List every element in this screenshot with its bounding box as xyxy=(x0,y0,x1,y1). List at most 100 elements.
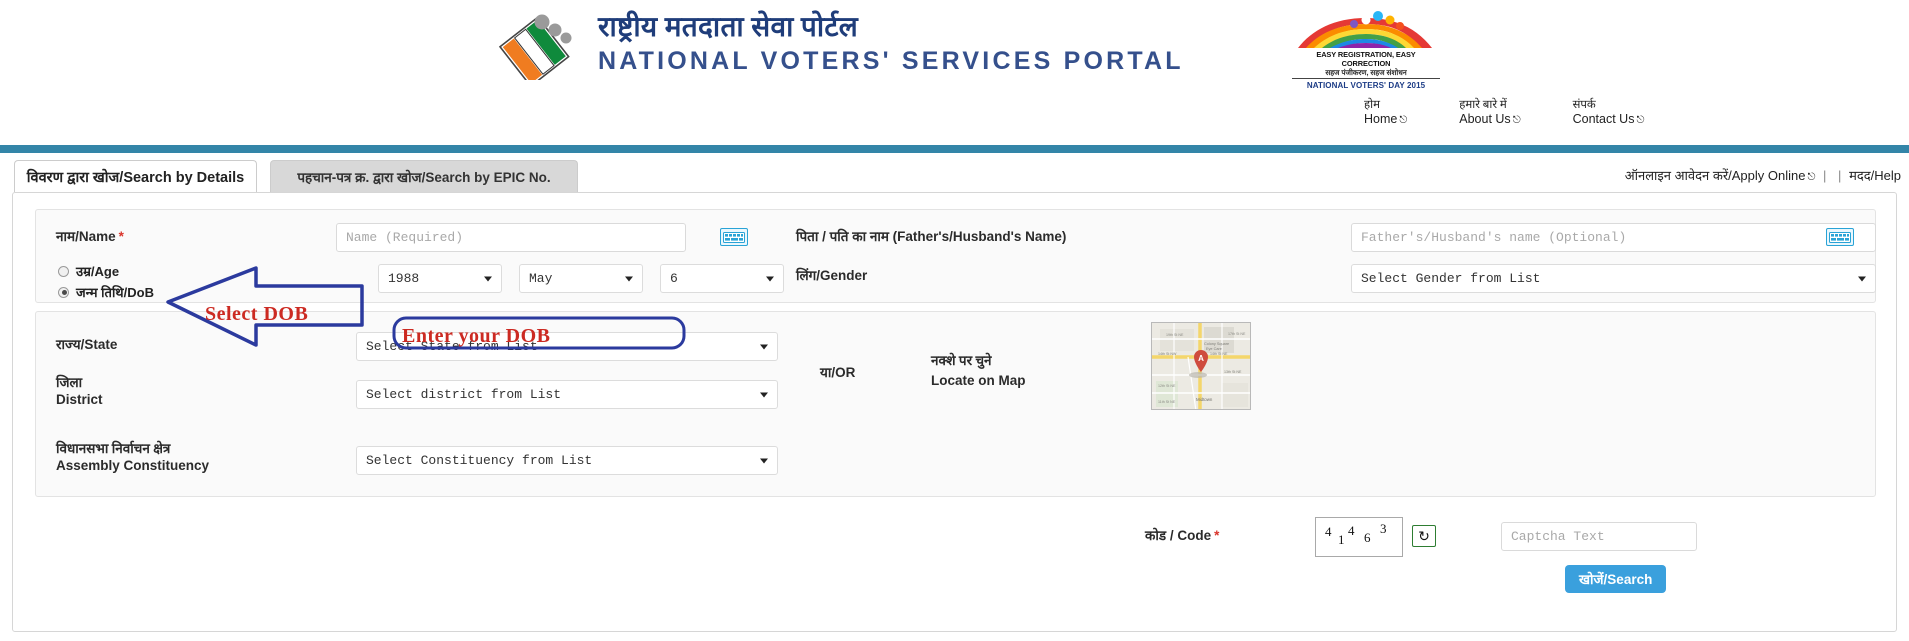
age-radio-option[interactable]: उम्र/Age xyxy=(58,262,119,280)
captcha-label-text: कोड / Code xyxy=(1145,528,1212,543)
tab-search-by-epic[interactable]: पहचान-पत्र क्र. द्वारा खोज/Search by EPI… xyxy=(270,160,578,192)
tab-search-by-details[interactable]: विवरण द्वारा खोज/Search by Details xyxy=(14,160,257,192)
brand-title: राष्ट्रीय मतदाता सेवा पोर्टल NATIONAL VO… xyxy=(598,8,1184,76)
gender-select[interactable]: Select Gender from List xyxy=(1351,264,1876,293)
chevron-down-icon xyxy=(766,276,774,281)
refresh-icon[interactable]: ↻ xyxy=(1412,525,1436,547)
external-link-icon: ⎋ xyxy=(1399,115,1408,126)
portal-title-hindi: राष्ट्रीय मतदाता सेवा पोर्टल xyxy=(598,12,859,43)
gender-label-hindi: लिंग xyxy=(796,268,817,283)
name-label-english: Name xyxy=(78,229,116,244)
captcha-required-mark: * xyxy=(1214,528,1220,543)
external-link-icon: ⎋ xyxy=(1807,172,1816,183)
district-select[interactable]: Select district from List xyxy=(356,380,778,409)
nvd-tagline-hindi: सहज पंजीकरण, सहज संशोधन xyxy=(1292,68,1440,79)
election-commission-of-india-logo xyxy=(498,8,582,80)
help-link[interactable]: मदद/Help xyxy=(1849,168,1901,183)
search-button[interactable]: खोजें/Search xyxy=(1565,565,1667,593)
nav-about-label: About Us xyxy=(1459,112,1511,126)
constituency-select[interactable]: Select Constituency from List xyxy=(356,446,778,475)
nav-home-label: Home xyxy=(1364,112,1398,126)
nav-about-english: About Us ⎋ xyxy=(1459,112,1520,128)
svg-text:Eye Care: Eye Care xyxy=(1206,347,1222,351)
external-link-icon: ⎋ xyxy=(1636,115,1645,126)
or-divider-text: या/OR xyxy=(820,365,856,380)
dob-month-value: May xyxy=(529,271,553,286)
dob-year-select[interactable]: 1988 xyxy=(378,264,502,293)
name-label-hindi: नाम xyxy=(56,229,76,244)
svg-text:14th St NW: 14th St NW xyxy=(1158,352,1177,356)
form-block-location: राज्य/State Select State from List जिला … xyxy=(35,311,1876,497)
constituency-label-hindi: विधानसभा निर्वाचन क्षेत्र xyxy=(56,441,171,456)
link-separator-2: | xyxy=(1838,168,1842,183)
nav-home-english: Home ⎋ xyxy=(1364,112,1407,128)
nav-about-hindi: हमारे बारे में xyxy=(1459,99,1507,111)
tab-utility-links: ऑनलाइन आवेदन करें/Apply Online ⎋ | | मदद/… xyxy=(1625,166,1901,184)
gender-label-english: Gender xyxy=(820,268,868,283)
svg-text:13th St NE: 13th St NE xyxy=(1224,370,1242,374)
dob-month-select[interactable]: May xyxy=(519,264,643,293)
state-label-english: State xyxy=(84,337,118,352)
top-navigation: होम Home ⎋ हमारे बारे में About Us ⎋ संपर्… xyxy=(1364,98,1644,128)
locate-on-map-label: नक्शे पर चुने Locate on Map xyxy=(931,352,1026,389)
dob-radio-option[interactable]: जन्म तिथि/DoB xyxy=(58,283,154,301)
nvd-tagline-english: EASY REGISTRATION, EASY CORRECTION xyxy=(1316,50,1416,68)
chevron-down-icon xyxy=(760,458,768,463)
dob-label-english: DoB xyxy=(127,285,154,300)
nav-item-contact-us[interactable]: संपर्क Contact Us ⎋ xyxy=(1573,98,1645,128)
page-header: राष्ट्रीय मतदाता सेवा पोर्टल NATIONAL VO… xyxy=(0,0,1909,153)
age-label-english: Age xyxy=(94,264,120,279)
search-form-panel: नाम/Name* पिता / पति का नाम (Father's/Hu… xyxy=(12,192,1897,632)
nvd-year-text: NATIONAL VOTERS' DAY 2015 xyxy=(1306,81,1426,90)
external-link-icon: ⎋ xyxy=(1512,115,1521,126)
svg-text:14th St NE: 14th St NE xyxy=(1210,352,1228,356)
captcha-input[interactable] xyxy=(1501,522,1697,551)
national-voters-day-logo: EASY REGISTRATION, EASY CORRECTION सहज प… xyxy=(1292,10,1440,90)
captcha-digit-2: 1 xyxy=(1338,532,1345,547)
virtual-keyboard-icon[interactable] xyxy=(720,228,748,246)
name-input[interactable] xyxy=(336,223,686,252)
nav-contact-english: Contact Us ⎋ xyxy=(1573,112,1645,128)
nav-home-hindi: होम xyxy=(1364,99,1380,111)
state-label-hindi: राज्य xyxy=(56,337,81,352)
form-block-captcha: कोड / Code* 4 1 4 6 3 ↻ खोजें/Search xyxy=(35,505,1876,615)
form-block-identity: नाम/Name* पिता / पति का नाम (Father's/Hu… xyxy=(35,209,1876,303)
dob-radio-button[interactable] xyxy=(58,286,69,298)
constituency-label: विधानसभा निर्वाचन क्षेत्र Assembly Const… xyxy=(56,440,209,474)
svg-text:Colony Square: Colony Square xyxy=(1204,342,1229,346)
locate-map-label-english: Locate on Map xyxy=(931,373,1026,388)
chevron-down-icon xyxy=(1858,276,1866,281)
svg-text:12th St NE: 12th St NE xyxy=(1158,384,1176,388)
virtual-keyboard-icon[interactable] xyxy=(1826,228,1854,246)
nav-item-about-us[interactable]: हमारे बारे में About Us ⎋ xyxy=(1459,98,1520,128)
age-radio-button[interactable] xyxy=(58,265,69,277)
apply-online-link[interactable]: ऑनलाइन आवेदन करें/Apply Online xyxy=(1625,168,1806,183)
captcha-image: 4 1 4 6 3 xyxy=(1315,517,1403,557)
svg-text:A: A xyxy=(1198,354,1204,363)
dob-year-value: 1988 xyxy=(388,271,420,286)
name-required-mark: * xyxy=(118,229,124,244)
chevron-down-icon xyxy=(484,276,492,281)
district-label-english: District xyxy=(56,392,103,407)
age-radio-label: उम्र/Age xyxy=(76,264,120,279)
dob-label-hindi: जन्म तिथि xyxy=(76,285,124,300)
header-accent-bar xyxy=(0,145,1909,153)
brand-block: राष्ट्रीय मतदाता सेवा पोर्टल NATIONAL VO… xyxy=(498,8,1184,80)
constituency-value: Select Constituency from List xyxy=(366,453,593,468)
captcha-digit-5: 3 xyxy=(1380,521,1387,536)
dob-day-select[interactable]: 6 xyxy=(660,264,784,293)
chevron-down-icon xyxy=(760,344,768,349)
map-thumbnail[interactable]: A 19th St NE 17th St NE Colony Square Ey… xyxy=(1151,322,1251,410)
age-label-hindi: उम्र xyxy=(76,264,91,279)
father-husband-label: पिता / पति का नाम (Father's/Husband's Na… xyxy=(796,229,1067,244)
district-label-hindi: जिला xyxy=(56,375,83,390)
svg-text:Midtown: Midtown xyxy=(1196,397,1213,402)
chevron-down-icon xyxy=(625,276,633,281)
chevron-down-icon xyxy=(760,392,768,397)
nav-item-home[interactable]: होम Home ⎋ xyxy=(1364,98,1407,128)
locate-map-label-hindi: नक्शे पर चुने xyxy=(931,353,992,368)
district-label: जिला District xyxy=(56,374,103,408)
dob-radio-label: जन्म तिथि/DoB xyxy=(76,285,154,300)
state-select[interactable]: Select State from List xyxy=(356,332,778,361)
father-husband-input[interactable] xyxy=(1351,223,1876,252)
